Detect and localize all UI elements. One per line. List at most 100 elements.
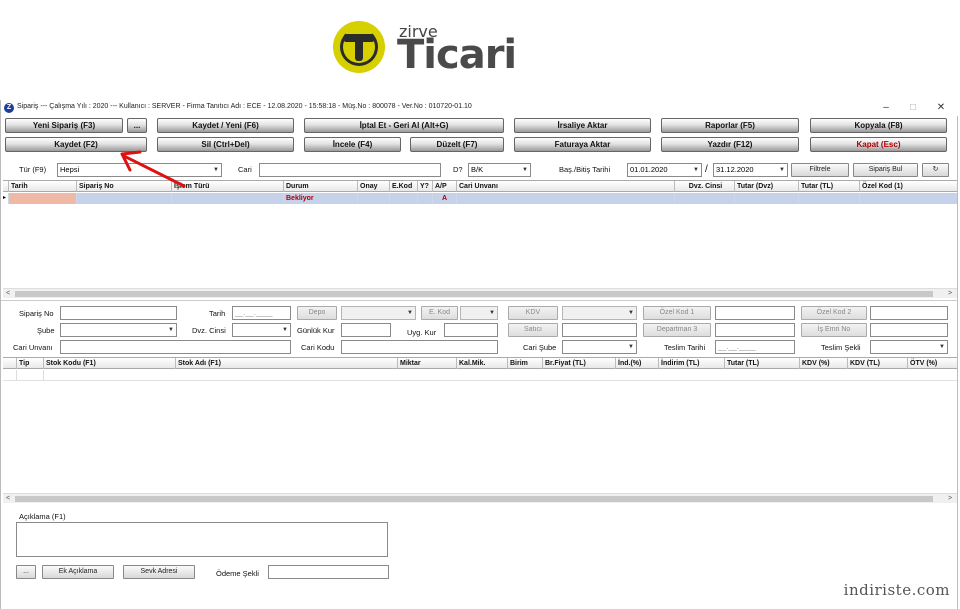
col-tarih[interactable]: Tarih	[9, 181, 77, 192]
col-cari-unvani[interactable]: Cari Unvanı	[457, 181, 675, 192]
cell-ap[interactable]: A	[433, 193, 457, 204]
odeme-sekli-input[interactable]	[268, 565, 389, 579]
ozel-kod-1-input[interactable]	[715, 306, 795, 320]
sube-select[interactable]: ▼	[60, 323, 177, 337]
ekod-button[interactable]: E. Kod	[421, 306, 458, 320]
close-button[interactable]: ✕	[934, 101, 948, 114]
table-row[interactable]: ▸ Bekliyor A	[3, 193, 957, 204]
start-date-input[interactable]: 01.01.2020 ▼	[627, 163, 702, 177]
col-ap[interactable]: A/P	[433, 181, 457, 192]
minimize-button[interactable]: –	[879, 101, 893, 114]
faturaya-aktar-button[interactable]: Faturaya Aktar	[514, 137, 651, 152]
yeni-siparis-button[interactable]: Yeni Sipariş (F3)	[5, 118, 123, 133]
refresh-icon[interactable]: ↻	[922, 163, 949, 177]
col-y[interactable]: Y?	[418, 181, 433, 192]
cell-tarih[interactable]	[9, 193, 77, 204]
raporlar-button[interactable]: Raporlar (F5)	[661, 118, 799, 133]
col-indirim[interactable]: İndirim (TL)	[659, 358, 725, 369]
col-birim[interactable]: Birim	[508, 358, 543, 369]
irsaliye-aktar-button[interactable]: İrsaliye Aktar	[514, 118, 651, 133]
kaydet-yeni-button[interactable]: Kaydet / Yeni (F6)	[157, 118, 294, 133]
more-button[interactable]: ...	[127, 118, 147, 133]
col-ind[interactable]: İnd.(%)	[616, 358, 659, 369]
depo-button[interactable]: Depo	[297, 306, 337, 320]
cari-sube-select[interactable]: ▼	[562, 340, 637, 354]
aciklama-textarea[interactable]	[16, 522, 388, 557]
maximize-button[interactable]: □	[906, 101, 920, 114]
col-kdv-yuzde[interactable]: KDV (%)	[800, 358, 848, 369]
cell-tutar-dvz[interactable]	[735, 193, 799, 204]
cell-ozel-kod-1[interactable]	[860, 193, 957, 204]
col-stok-kodu[interactable]: Stok Kodu (F1)	[44, 358, 176, 369]
col-kdv-tl[interactable]: KDV (TL)	[848, 358, 908, 369]
scroll-right-icon[interactable]: >	[945, 494, 955, 504]
ozel-kod-2-input[interactable]	[870, 306, 948, 320]
kopyala-button[interactable]: Kopyala (F8)	[810, 118, 947, 133]
col-onay[interactable]: Onay	[358, 181, 390, 192]
cell-cari-unvani[interactable]	[457, 193, 675, 204]
cari-filter-input[interactable]	[259, 163, 441, 177]
teslim-sekli-select[interactable]: ▼	[870, 340, 948, 354]
duzelt-button[interactable]: Düzelt (F7)	[410, 137, 504, 152]
iptal-geri-al-button[interactable]: İptal Et - Geri Al (Alt+G)	[304, 118, 504, 133]
items-horizontal-scrollbar[interactable]: < >	[3, 493, 957, 503]
cell-y[interactable]	[418, 193, 433, 204]
scroll-left-icon[interactable]: <	[3, 494, 13, 504]
scroll-left-icon[interactable]: <	[3, 289, 13, 299]
cari-kodu-input[interactable]	[341, 340, 498, 354]
uyg-kur-input[interactable]	[444, 323, 498, 337]
is-emri-no-input[interactable]	[870, 323, 948, 337]
ekod-select[interactable]: ▼	[460, 306, 498, 320]
scroll-thumb[interactable]	[15, 496, 933, 502]
col-kal-mik[interactable]: Kal.Mik.	[457, 358, 508, 369]
is-emri-no-button[interactable]: İş Emri No	[801, 323, 867, 337]
col-stok-adi[interactable]: Stok Adı (F1)	[176, 358, 398, 369]
cari-unvani-input[interactable]	[60, 340, 291, 354]
col-br-fiyat[interactable]: Br.Fiyat (TL)	[543, 358, 616, 369]
cell-islem-turu[interactable]	[172, 193, 284, 204]
cell-siparis-no[interactable]	[77, 193, 172, 204]
ozel-kod-2-button[interactable]: Özel Kod 2	[801, 306, 867, 320]
cell-ekod[interactable]	[390, 193, 418, 204]
col-miktar[interactable]: Miktar	[398, 358, 457, 369]
departman-input[interactable]	[715, 323, 795, 337]
dvz-cinsi-select[interactable]: ▼	[232, 323, 291, 337]
ek-aciklama-button[interactable]: Ek Açıklama	[42, 565, 114, 579]
col-ozel-kod-1[interactable]: Özel Kod (1)	[860, 181, 957, 192]
tarih-input[interactable]: __.__.____	[232, 306, 291, 320]
kdv-select[interactable]: ▼	[562, 306, 637, 320]
scroll-right-icon[interactable]: >	[945, 289, 955, 299]
kapat-button[interactable]: Kapat (Esc)	[810, 137, 947, 152]
col-tutar[interactable]: Tutar (TL)	[725, 358, 800, 369]
cell-onay[interactable]	[358, 193, 390, 204]
sevk-adresi-button[interactable]: Sevk Adresi	[123, 565, 195, 579]
col-otv[interactable]: ÖTV (%)	[908, 358, 957, 369]
siparis-bul-button[interactable]: Sipariş Bul	[853, 163, 918, 177]
teslim-tarihi-input[interactable]: __.__.____	[715, 340, 795, 354]
filtrele-button[interactable]: Filtrele	[791, 163, 849, 177]
col-durum[interactable]: Durum	[284, 181, 358, 192]
incele-button[interactable]: İncele (F4)	[304, 137, 401, 152]
col-dvz-cinsi[interactable]: Dvz. Cinsi	[675, 181, 735, 192]
orders-horizontal-scrollbar[interactable]: < >	[3, 288, 957, 298]
cell-dvz-cinsi[interactable]	[675, 193, 735, 204]
col-tutar-dvz[interactable]: Tutar (Dvz)	[735, 181, 799, 192]
departman-button[interactable]: Departman 3	[643, 323, 711, 337]
col-tip[interactable]: Tip	[17, 358, 44, 369]
gunluk-kur-input[interactable]	[341, 323, 391, 337]
scroll-thumb[interactable]	[15, 291, 933, 297]
cell-tutar-tl[interactable]	[799, 193, 860, 204]
aciklama-more-button[interactable]: ...	[16, 565, 36, 579]
depo-select[interactable]: ▼	[341, 306, 416, 320]
col-tutar-tl[interactable]: Tutar (TL)	[799, 181, 860, 192]
bk-select[interactable]: B/K ▼	[468, 163, 531, 177]
cell-tip[interactable]	[17, 370, 44, 381]
table-row[interactable]	[3, 370, 957, 381]
satici-input[interactable]	[562, 323, 637, 337]
end-date-input[interactable]: 31.12.2020 ▼	[713, 163, 788, 177]
yazdir-button[interactable]: Yazdır (F12)	[661, 137, 799, 152]
kdv-button[interactable]: KDV	[508, 306, 558, 320]
siparis-no-input[interactable]	[60, 306, 177, 320]
cell-durum[interactable]: Bekliyor	[284, 193, 358, 204]
satici-button[interactable]: Satıcı	[508, 323, 558, 337]
